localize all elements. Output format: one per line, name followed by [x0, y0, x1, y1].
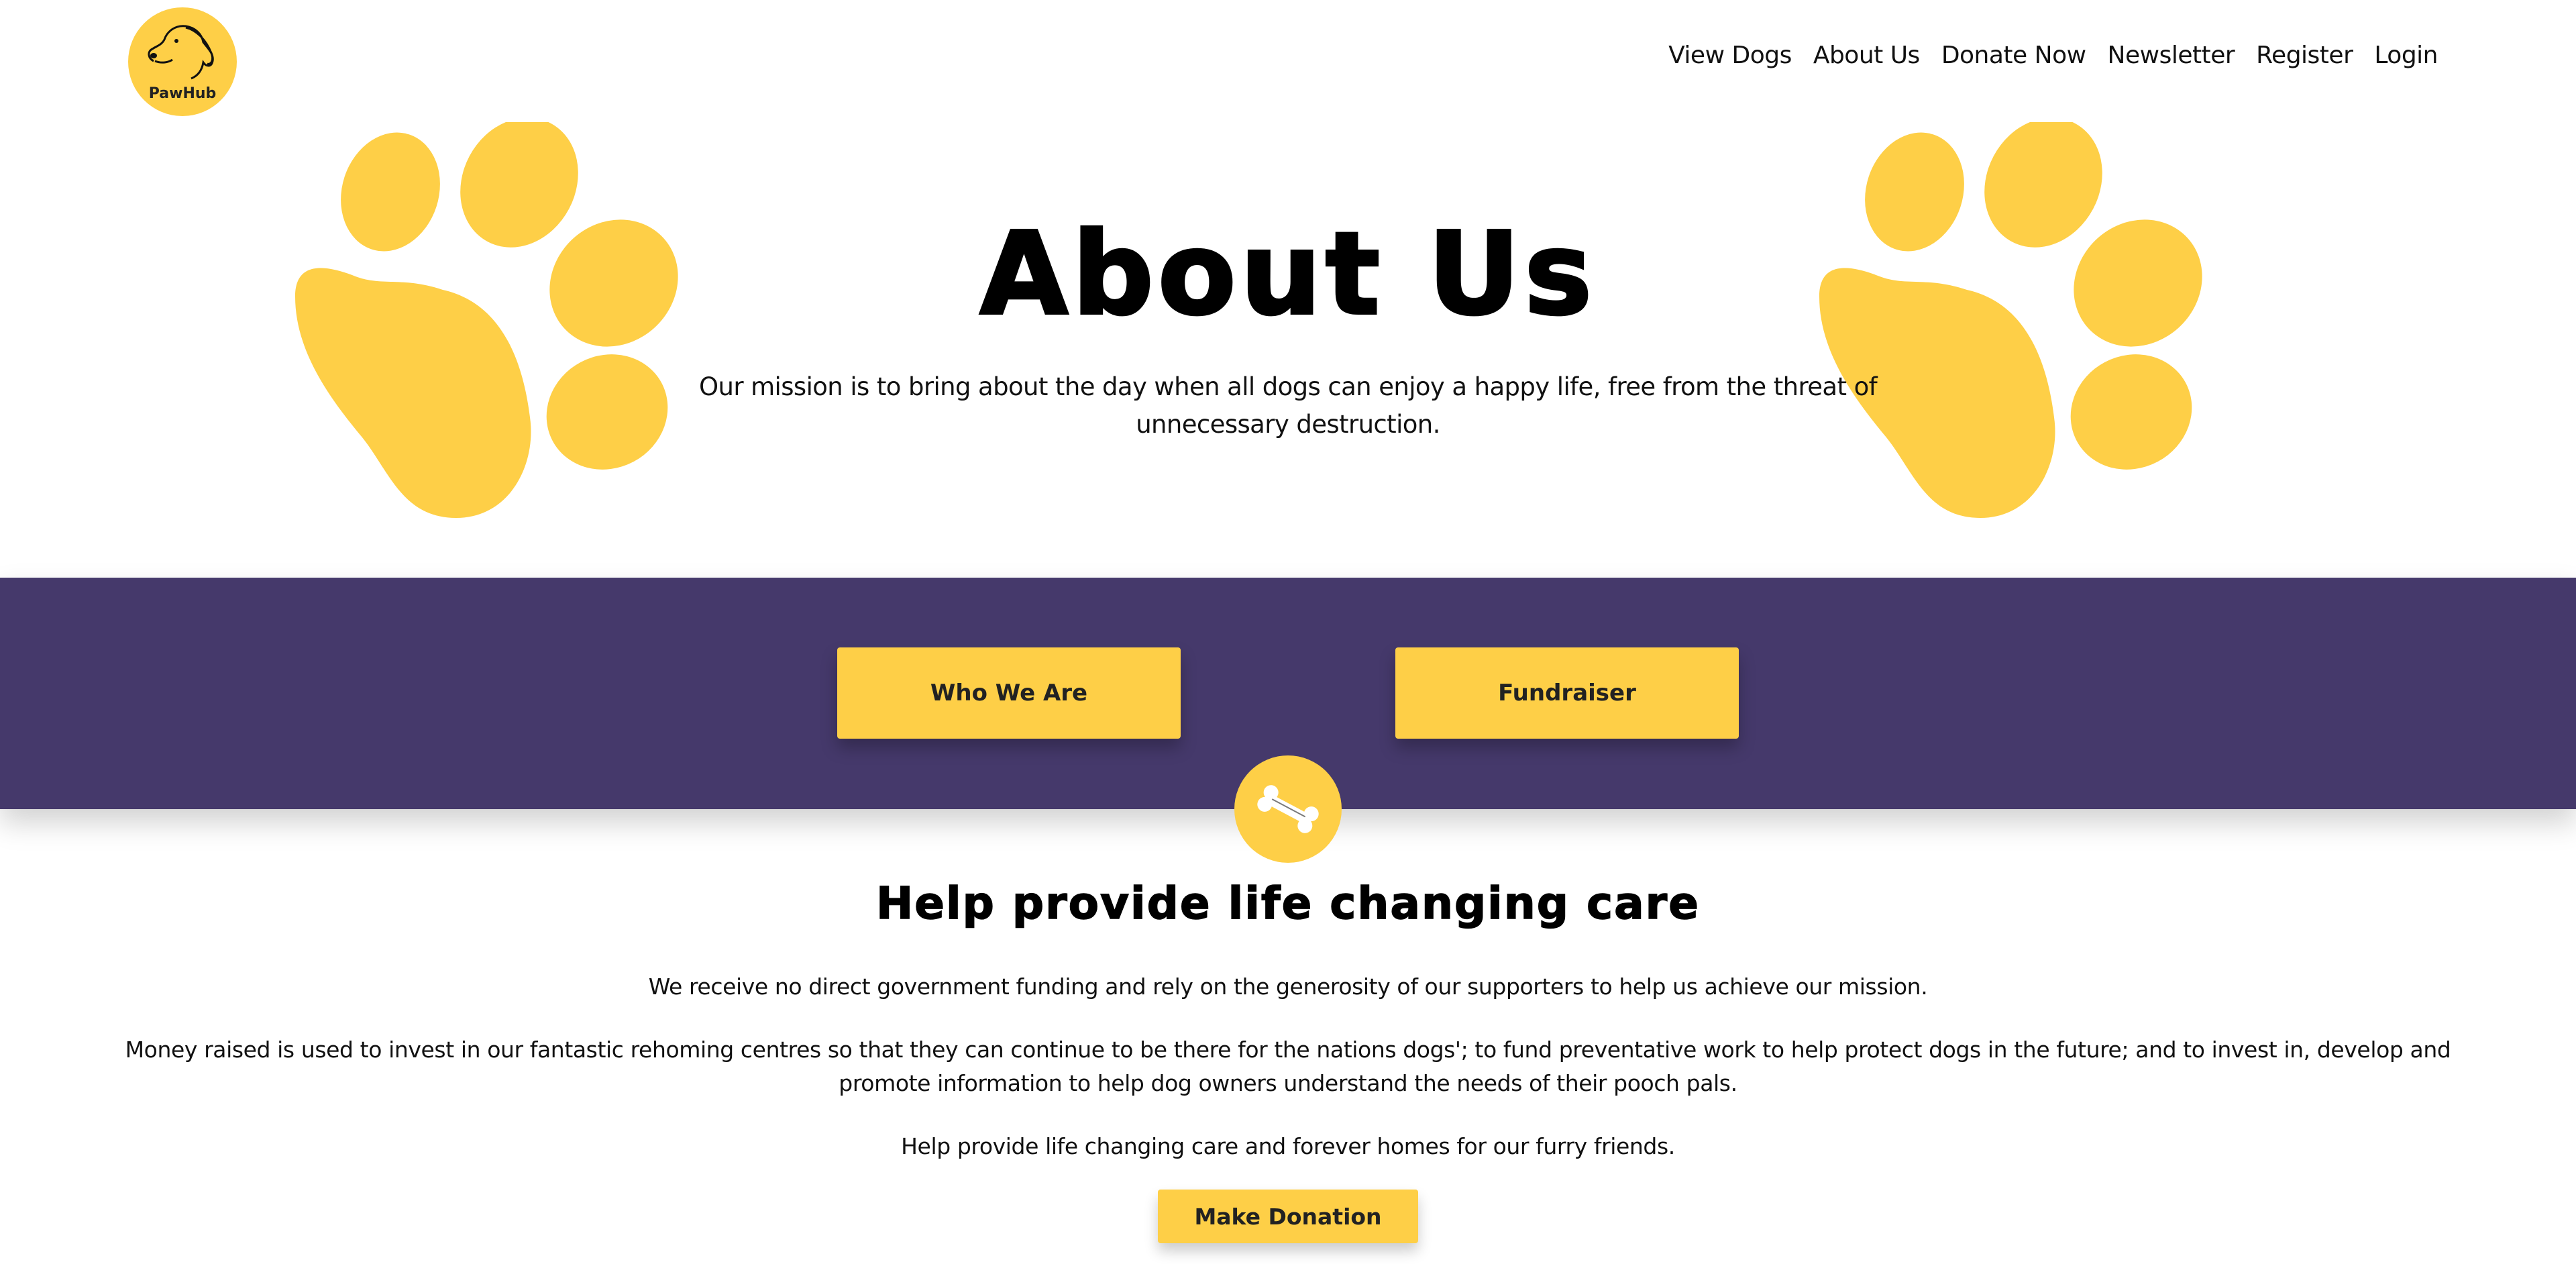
main-nav: View Dogs About Us Donate Now Newsletter…	[1668, 42, 2438, 69]
nav-login[interactable]: Login	[2374, 42, 2438, 69]
make-donation-button[interactable]: Make Donation	[1158, 1190, 1418, 1243]
nav-about-us[interactable]: About Us	[1813, 42, 1920, 69]
funding-paragraph: We receive no direct government funding …	[648, 973, 1928, 1000]
bone-icon	[1257, 785, 1319, 833]
nav-view-dogs[interactable]: View Dogs	[1668, 42, 1792, 69]
dog-icon	[148, 25, 214, 80]
care-heading: Help provide life changing care	[875, 877, 1700, 930]
nav-donate-now[interactable]: Donate Now	[1941, 42, 2086, 69]
nav-register[interactable]: Register	[2256, 42, 2353, 69]
logo-text: PawHub	[148, 85, 217, 102]
mission-text: Our mission is to bring about the day wh…	[698, 372, 1878, 439]
care-paragraph: Help provide life changing care and fore…	[901, 1133, 1675, 1159]
site-header: PawHub View Dogs About Us Donate Now New…	[0, 0, 2576, 127]
nav-newsletter[interactable]: Newsletter	[2108, 42, 2235, 69]
logo[interactable]: PawHub	[128, 7, 237, 116]
money-paragraph: Money raised is used to invest in our fa…	[125, 1037, 2451, 1096]
fundraiser-button[interactable]: Fundraiser	[1395, 647, 1739, 739]
page-title: About Us	[979, 207, 1597, 342]
bone-badge	[1234, 755, 1342, 863]
who-we-are-button[interactable]: Who We Are	[837, 647, 1181, 739]
